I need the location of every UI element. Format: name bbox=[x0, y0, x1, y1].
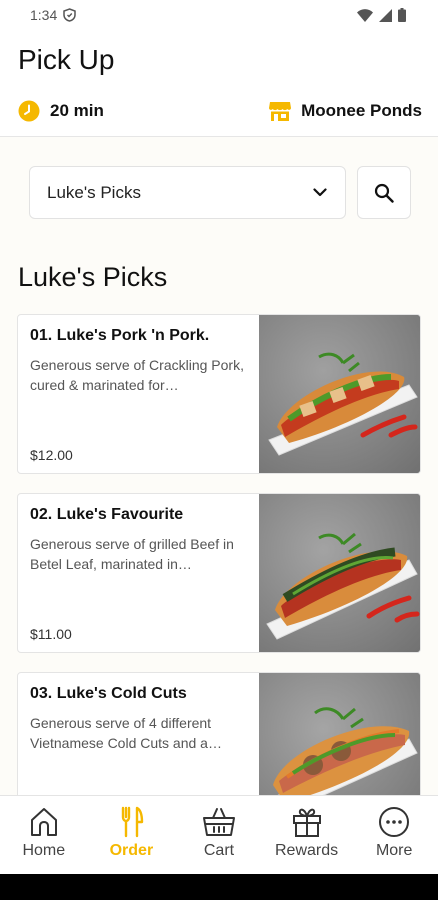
battery-icon bbox=[398, 8, 406, 22]
product-description: Generous serve of grilled Beef in Betel … bbox=[30, 536, 234, 572]
nav-item-cart[interactable]: Cart bbox=[175, 796, 263, 874]
cutlery-icon bbox=[122, 806, 144, 838]
product-name: 02. Luke's Favourite bbox=[30, 506, 184, 523]
product-price: $12.00 bbox=[30, 447, 73, 463]
pickup-time-label: 20 min bbox=[50, 101, 104, 120]
product-info: 02. Luke's Favourite Generous serve of g… bbox=[30, 506, 252, 642]
nav-item-more[interactable]: More bbox=[350, 796, 438, 874]
section-title: Luke's Picks bbox=[18, 262, 168, 292]
category-dropdown-value: Luke's Picks bbox=[47, 182, 141, 202]
signal-icon bbox=[379, 8, 392, 22]
nav-label-cart: Cart bbox=[203, 842, 235, 859]
product-name: 03. Luke's Cold Cuts bbox=[30, 685, 187, 702]
search-icon bbox=[374, 183, 394, 203]
chevron-down-icon bbox=[313, 188, 327, 197]
product-price: $11.00 bbox=[30, 626, 72, 642]
gift-icon bbox=[292, 808, 321, 837]
search-button[interactable] bbox=[357, 166, 411, 219]
nav-item-rewards[interactable]: Rewards bbox=[263, 796, 351, 874]
shield-icon bbox=[63, 8, 76, 22]
product-list: 01. Luke's Pork 'n Pork. Generous serve … bbox=[17, 314, 421, 851]
more-icon bbox=[379, 807, 410, 837]
product-image bbox=[259, 315, 420, 473]
nav-item-order[interactable]: Order bbox=[88, 796, 176, 874]
store-selector[interactable]: Moonee Ponds bbox=[269, 100, 422, 122]
header: Pick Up 20 min Moonee Ponds bbox=[0, 30, 438, 137]
product-card[interactable]: 01. Luke's Pork 'n Pork. Generous serve … bbox=[17, 314, 421, 474]
product-card[interactable]: 02. Luke's Favourite Generous serve of g… bbox=[17, 493, 421, 653]
product-image bbox=[259, 494, 420, 652]
bottom-nav: Home Order Cart Rewards More bbox=[0, 795, 438, 874]
system-navigation-bar bbox=[0, 874, 438, 900]
product-name: 01. Luke's Pork 'n Pork. bbox=[30, 327, 210, 344]
product-description: Generous serve of Crackling Pork, cured … bbox=[30, 357, 244, 393]
status-left: 1:34 bbox=[30, 7, 76, 23]
wifi-icon bbox=[357, 8, 373, 22]
nav-label-more: More bbox=[375, 842, 413, 859]
product-info: 01. Luke's Pork 'n Pork. Generous serve … bbox=[30, 327, 252, 463]
nav-label-rewards: Rewards bbox=[275, 842, 339, 859]
status-right bbox=[357, 8, 406, 22]
basket-icon bbox=[202, 808, 235, 836]
pickup-time-selector[interactable]: 20 min bbox=[18, 100, 104, 122]
status-time: 1:34 bbox=[30, 7, 58, 23]
clock-icon bbox=[18, 100, 40, 122]
store-icon bbox=[269, 102, 292, 121]
status-bar: 1:34 bbox=[0, 0, 438, 30]
home-icon bbox=[30, 808, 57, 836]
nav-item-home[interactable]: Home bbox=[0, 796, 88, 874]
product-description: Generous serve of 4 different Vietnamese… bbox=[30, 715, 222, 751]
page-title: Pick Up bbox=[18, 44, 115, 75]
store-label: Moonee Ponds bbox=[301, 101, 422, 120]
nav-label-home: Home bbox=[22, 842, 66, 859]
nav-label-order: Order bbox=[109, 842, 154, 859]
category-dropdown[interactable]: Luke's Picks bbox=[29, 166, 346, 219]
